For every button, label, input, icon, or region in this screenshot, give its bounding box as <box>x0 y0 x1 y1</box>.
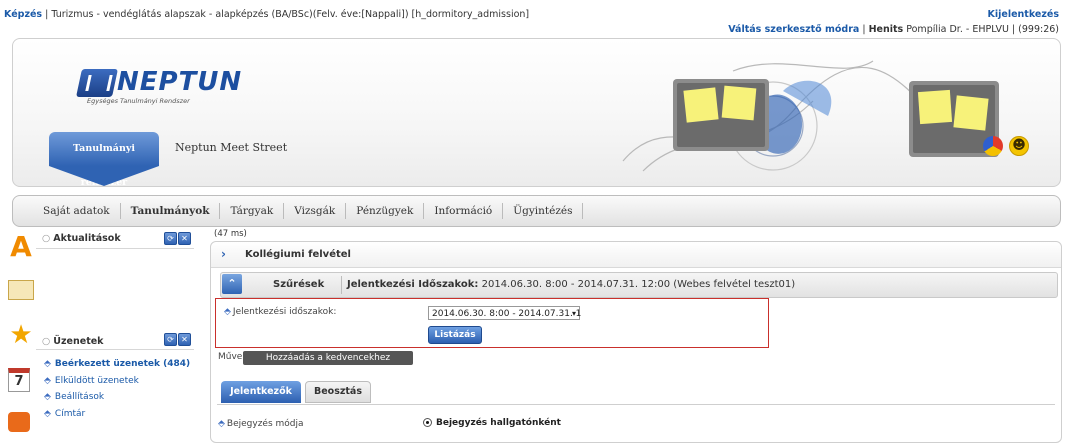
filter-summary: Jelentkezési Időszakok: 2014.06.30. 8:00… <box>347 279 795 290</box>
menu-finances[interactable]: Pénzügyek <box>346 203 425 219</box>
period-select[interactable]: 2014.06.30. 8:00 - 2014.07.31. 1 ▾ <box>428 306 582 320</box>
page-title: Kollégiumi felvétel <box>245 249 351 260</box>
menu-administration[interactable]: Ügyintézés <box>503 203 584 219</box>
add-to-favorites-button[interactable]: Hozzáadás a kedvencekhez <box>243 351 413 365</box>
dormitory-admission-panel: › Kollégiumi felvétel ⌃ Szűrések Jelentk… <box>210 241 1062 443</box>
switch-editor-link[interactable]: Váltás szerkesztő módra <box>728 24 859 35</box>
bullet-icon: ○ <box>42 233 51 244</box>
tab-underline <box>217 404 1055 405</box>
collapse-chevron-icon[interactable]: ⌃ <box>222 274 242 294</box>
arrow-icon: ⬘ <box>44 376 51 386</box>
breadcrumb-training-name: Turizmus - vendéglátás alapszak - alapké… <box>51 9 530 20</box>
period-selected-value: 2014.06.30. 8:00 - 2014.07.31. 1 <box>432 309 582 319</box>
breadcrumb: Képzés | Turizmus - vendéglátás alapszak… <box>4 9 529 20</box>
arrow-icon: ⬘ <box>44 359 51 369</box>
settings-link[interactable]: ⬘ Beállítások <box>44 392 104 402</box>
arrow-icon: ⬘ <box>44 409 51 419</box>
news-portlet-title: ○ Aktualitások <box>42 233 121 244</box>
menu-personal-data[interactable]: Saját adatok <box>33 203 121 219</box>
page-header: NEPTUN Egységes Tanulmányi Rendszer Tanu… <box>12 38 1061 187</box>
envelope-icon[interactable] <box>8 280 34 300</box>
messages-portlet-title: ○ Üzenetek <box>42 336 104 347</box>
chevron-down-icon: ▾ <box>571 309 576 318</box>
menu-subjects[interactable]: Tárgyak <box>220 203 285 219</box>
list-button[interactable]: Listázás <box>428 326 482 344</box>
filter-summary-value: 2014.06.30. 8:00 - 2014.07.31. 12:00 (We… <box>481 279 796 290</box>
arrow-icon: ⬘ <box>44 392 51 402</box>
directory-link[interactable]: ⬘ Címtár <box>44 409 85 419</box>
tab-assignment[interactable]: Beosztás <box>305 381 371 403</box>
smiley-icon[interactable]: ☻ <box>1009 136 1029 156</box>
entry-mode-radio[interactable] <box>423 418 432 427</box>
tab-applicants[interactable]: Jelentkezők <box>221 381 301 403</box>
entry-mode-label: ⬘ Bejegyzés módja <box>218 419 304 429</box>
panel-header[interactable]: › Kollégiumi felvétel <box>211 242 1061 268</box>
top-info-bar: Képzés | Turizmus - vendéglátás alapszak… <box>0 0 1075 38</box>
refresh-icon[interactable]: ⟳ <box>164 333 177 346</box>
menu-information[interactable]: Információ <box>424 203 504 219</box>
filter-divider <box>341 276 342 294</box>
chevron-right-icon[interactable]: › <box>221 247 226 261</box>
bullet-icon: ○ <box>42 336 51 347</box>
breadcrumb-link-training[interactable]: Képzés <box>4 9 42 20</box>
menu-studies[interactable]: Tanulmányok <box>121 203 221 219</box>
logout-link[interactable]: Kijelentkezés <box>988 9 1059 20</box>
tab-meet-street[interactable]: Neptun Meet Street <box>175 141 287 154</box>
language-globe-icon[interactable] <box>983 136 1003 156</box>
messages-portlet-header: ○ Üzenetek ⟳ ✕ <box>36 333 194 350</box>
header-decoration-icon <box>622 60 999 172</box>
user-line: Váltás szerkesztő módra | Henits Pompíli… <box>728 24 1059 35</box>
news-portlet-header: ○ Aktualitások ⟳ ✕ <box>36 232 194 249</box>
star-icon[interactable]: ★ <box>8 322 34 348</box>
breadcrumb-separator: | <box>45 9 49 20</box>
user-detail: Pompília Dr. - EHPLVU <box>906 24 1009 35</box>
refresh-icon[interactable]: ⟳ <box>164 232 177 245</box>
main-menu-bar: Saját adatok Tanulmányok Tárgyak Vizsgák… <box>12 195 1061 227</box>
filter-title: Szűrések <box>273 279 325 290</box>
session-timer: (999:26) <box>1018 24 1059 35</box>
calendar-icon[interactable]: 7 <box>8 368 30 392</box>
logo-text: NEPTUN <box>117 67 243 97</box>
inbox-link[interactable]: ⬘ Beérkezett üzenetek (484) <box>44 359 190 369</box>
filter-bar: ⌃ Szűrések Jelentkezési Időszakok: 2014.… <box>220 272 1058 298</box>
entry-mode-option[interactable]: Bejegyzés hallgatónként <box>436 418 561 428</box>
main-menu: Saját adatok Tanulmányok Tárgyak Vizsgák… <box>33 196 584 226</box>
logo-subtitle: Egységes Tanulmányi Rendszer <box>87 97 190 105</box>
neptun-logo-icon <box>76 69 118 97</box>
response-time: (47 ms) <box>214 229 247 239</box>
filter-form: ⬘ Jelentkezési időszakok: 2014.06.30. 8:0… <box>215 298 769 348</box>
user-name: Henits <box>868 24 904 35</box>
period-label: ⬘ Jelentkezési időszakok: <box>224 307 337 317</box>
menu-exams[interactable]: Vizsgák <box>284 203 347 219</box>
sent-messages-link[interactable]: ⬘ Elküldött üzenetek <box>44 376 139 386</box>
chat-icon[interactable] <box>8 412 30 432</box>
tab-study-system[interactable]: Tanulmányi rendszer <box>49 132 159 186</box>
tab-active-arrow <box>49 166 159 186</box>
close-icon[interactable]: ✕ <box>178 232 191 245</box>
filter-summary-label: Jelentkezési Időszakok: <box>347 279 479 290</box>
close-icon[interactable]: ✕ <box>178 333 191 346</box>
arrow-icon: ⬘ <box>218 419 225 429</box>
news-a-icon[interactable]: A <box>8 233 34 261</box>
arrow-icon: ⬘ <box>224 307 231 317</box>
